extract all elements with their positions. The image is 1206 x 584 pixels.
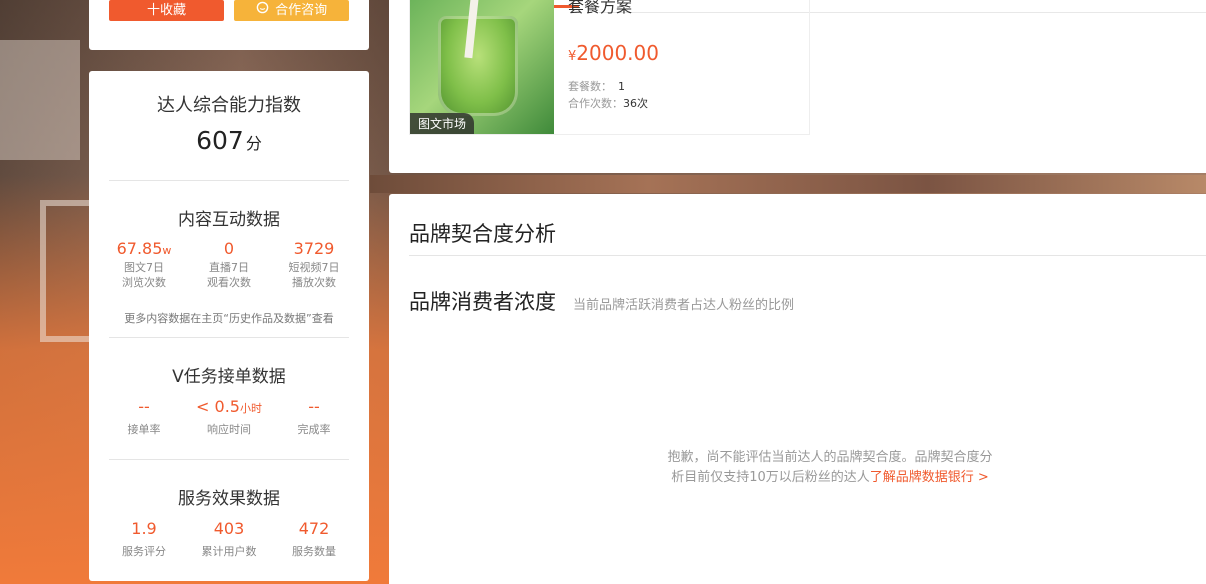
v-task-title: V任务接单数据 [172, 367, 286, 387]
background-menu-board [0, 40, 80, 160]
package-price: ¥2000.00 [568, 41, 659, 65]
background-strip [370, 175, 1206, 193]
stat-service-score: 1.9 服务评分 [122, 519, 166, 558]
cooperate-consult-button[interactable]: 合作咨询 [234, 0, 349, 21]
package-thumbnail[interactable]: 图文市场 [410, 0, 554, 134]
brand-fit-section: 品牌契合度分析 品牌消费者浓度 当前品牌活跃消费者占达人粉丝的比例 抱歉，尚不能… [389, 194, 1206, 584]
brand-data-bank-link[interactable]: 了解品牌数据银行 > [870, 470, 989, 485]
favorite-button[interactable]: 十收藏 [109, 0, 224, 21]
empty-state-message: 抱歉，尚不能评估当前达人的品牌契合度。品牌契合度分析目前仅支持10万以后粉丝的达… [667, 450, 993, 485]
divider [109, 337, 349, 338]
market-badge: 图文市场 [410, 113, 475, 134]
package-card[interactable]: 图文市场 套餐方案 ¥2000.00 套餐数： 1 合作次数：36次 [409, 0, 810, 135]
divider [409, 255, 1206, 256]
stat-video-plays: 3729 短视频7日 播放次数 [288, 239, 340, 289]
stat-response-time: < 0.5小时 响应时间 [196, 397, 262, 436]
ability-title: 达人综合能力指数 [157, 95, 301, 116]
stats-card: 达人综合能力指数 607 分 内容互动数据 67.85w 图文7日 浏览次数 0 直… [89, 71, 369, 581]
stat-total-users: 403 累计用户数 [201, 519, 257, 558]
brand-fit-title: 品牌契合度分析 [409, 222, 556, 246]
consumer-concentration-title: 品牌消费者浓度 [409, 290, 556, 314]
package-title[interactable]: 套餐方案 [568, 0, 632, 14]
drink-cup-image [438, 16, 518, 116]
stat-completion-rate: -- 完成率 [297, 397, 331, 436]
chat-bubble-icon [256, 0, 269, 21]
divider [109, 180, 349, 181]
consumer-concentration-desc: 当前品牌活跃消费者占达人粉丝的比例 [573, 298, 795, 313]
stat-graphic-views: 67.85w 图文7日 浏览次数 [116, 239, 172, 289]
divider [109, 459, 349, 460]
ability-score: 607 分 [196, 126, 262, 155]
package-coop-count: 合作次数：36次 [568, 97, 648, 110]
more-data-note: 更多内容数据在主页“历史作品及数据”查看 [124, 312, 334, 325]
service-title: 服务效果数据 [178, 489, 280, 509]
package-count: 套餐数： 1 [568, 80, 625, 93]
content-interaction-title: 内容互动数据 [178, 210, 280, 230]
stat-service-count: 472 服务数量 [292, 519, 336, 558]
stat-live-views: 0 直播7日 观看次数 [207, 239, 251, 289]
package-section: 图文市场 套餐方案 ¥2000.00 套餐数： 1 合作次数：36次 [389, 0, 1206, 173]
action-card: 十收藏 合作咨询 [89, 0, 369, 50]
stat-accept-rate: -- 接单率 [127, 397, 161, 436]
